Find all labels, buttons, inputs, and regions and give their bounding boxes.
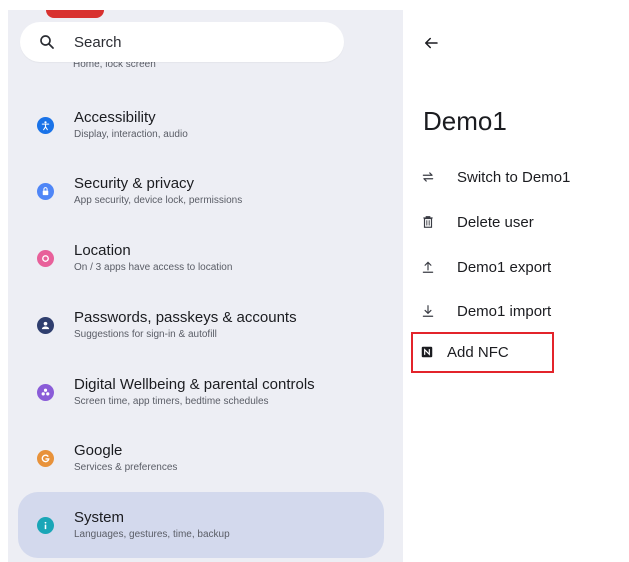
lock-icon [37,182,54,200]
action-label: Demo1 export [457,258,552,276]
search-placeholder: Search [74,33,122,51]
export-action[interactable]: Demo1 export [417,251,551,283]
trash-icon [417,213,439,231]
item-subtitle: Screen time, app timers, bedtime schedul… [74,396,269,407]
settings-item-wellbeing[interactable]: Digital Wellbeing & parental controls Sc… [18,359,384,425]
accounts-icon [37,316,54,334]
wellbeing-icon [37,383,54,401]
google-icon [37,449,54,467]
settings-item-accessibility[interactable]: Accessibility Display, interaction, audi… [18,92,384,158]
search-bar[interactable]: Search [20,22,344,62]
settings-item-security[interactable]: Security & privacy App security, device … [18,158,384,224]
item-subtitle: Services & preferences [74,462,178,473]
user-detail-panel: Demo1 Switch to Demo1 Delete user Demo1 … [403,10,629,562]
action-label: Switch to Demo1 [457,168,571,186]
settings-item-accounts[interactable]: Passwords, passkeys & accounts Suggestio… [18,292,384,358]
item-title: Google [74,442,123,459]
search-icon [40,35,54,49]
back-arrow-icon[interactable] [421,34,441,52]
partial-item-subtitle: Home, lock screen [73,62,156,70]
item-title: Digital Wellbeing & parental controls [74,376,315,393]
item-title: Location [74,242,131,259]
action-label: Delete user [457,213,534,231]
switch-icon [417,168,439,186]
add-nfc-label: Add NFC [447,343,509,361]
item-subtitle: App security, device lock, permissions [74,195,243,206]
status-indicator [46,10,104,18]
location-icon [37,249,54,267]
switch-user-action[interactable]: Switch to Demo1 [417,161,570,193]
settings-panel: Home, lock screen Search Accessibility D… [8,10,403,562]
add-nfc-action[interactable]: Add NFC [417,336,509,368]
item-subtitle: Languages, gestures, time, backup [74,529,230,540]
item-subtitle: On / 3 apps have access to location [74,262,233,273]
download-icon [417,302,439,320]
settings-item-system[interactable]: System Languages, gestures, time, backup [18,492,384,558]
item-title: Passwords, passkeys & accounts [74,309,297,326]
delete-user-action[interactable]: Delete user [417,206,534,238]
item-title: Accessibility [74,109,156,126]
upload-icon [417,258,439,276]
item-subtitle: Display, interaction, audio [74,129,188,140]
settings-item-google[interactable]: Google Services & preferences [18,425,384,491]
settings-item-location[interactable]: Location On / 3 apps have access to loca… [18,225,384,291]
import-action[interactable]: Demo1 import [417,295,551,327]
item-title: Security & privacy [74,175,195,192]
item-title: System [74,509,125,526]
accessibility-icon [37,116,54,134]
action-label: Demo1 import [457,302,552,320]
info-icon [37,516,54,534]
item-subtitle: Suggestions for sign-in & autofill [74,329,217,340]
user-name-title: Demo1 [423,106,507,136]
nfc-icon [417,344,437,360]
